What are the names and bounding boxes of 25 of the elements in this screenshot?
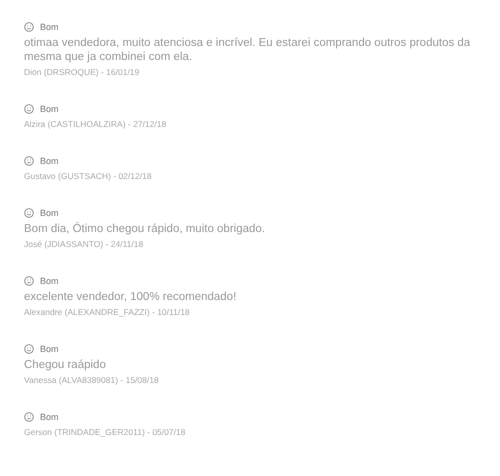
rating-label: Bom	[40, 208, 59, 218]
rating-label: Bom	[40, 104, 59, 114]
rating-label: Bom	[40, 344, 59, 354]
rating-label: Bom	[40, 276, 59, 286]
review-comment: otimaa vendedora, muito atenciosa e incrível. Eu estarei comprando outros produtos da mesma que ja combinei com ela.	[24, 36, 472, 64]
smiley-icon	[24, 104, 34, 114]
smiley-icon	[24, 276, 34, 286]
rating-label: Bom	[40, 156, 59, 166]
review-comment: excelente vendedor, 100% recomendado!	[24, 290, 238, 304]
review-author: Vanessa (ALVA8389081) - 15/08/18	[24, 374, 160, 386]
review-author: Gustavo (GUSTSACH) - 02/12/18	[24, 170, 153, 182]
review-author: José (JDIASSANTO) - 24/11/18	[24, 238, 144, 250]
smiley-icon	[24, 412, 34, 422]
review-comment: Chegou raápido	[24, 358, 107, 372]
smiley-icon	[24, 156, 34, 166]
smiley-icon	[24, 344, 34, 354]
smiley-icon	[24, 208, 34, 218]
smiley-icon	[24, 22, 34, 32]
review-author: Gerson (TRINDADE_GER2011) - 05/07/18	[24, 426, 186, 438]
rating-label: Bom	[40, 22, 59, 32]
review-author: Alzira (CASTILHOALZIRA) - 27/12/18	[24, 118, 168, 130]
rating-label: Bom	[40, 412, 59, 422]
review-comment: Bom dia, Ótimo chegou rápido, muito obrigado.	[24, 222, 266, 236]
review-author: Alexandre (ALEXANDRE_FAZZI) - 10/11/18	[24, 306, 191, 318]
review-author: Dion (DRSROQUE) - 16/01/19	[24, 66, 140, 78]
